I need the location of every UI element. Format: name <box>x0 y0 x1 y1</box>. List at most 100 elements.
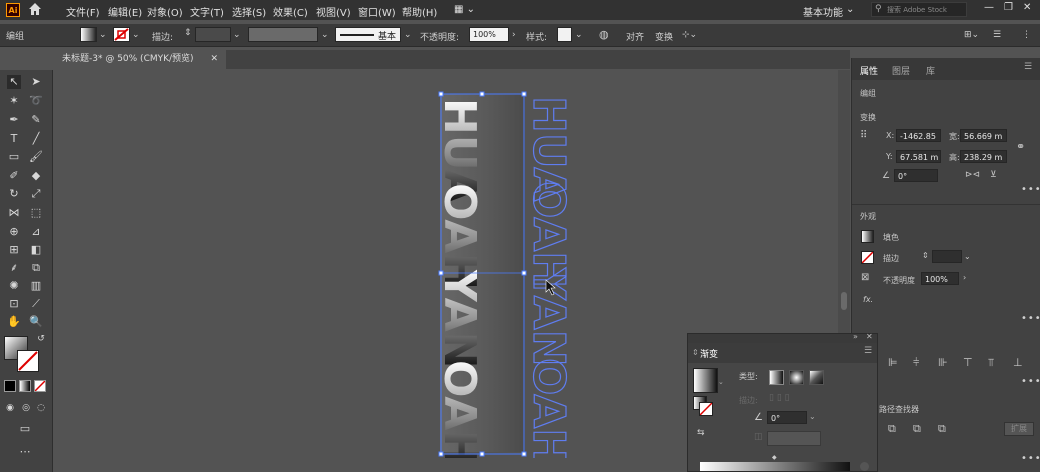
none-mode-icon[interactable] <box>34 380 46 392</box>
gradient-preview-swatch[interactable] <box>693 368 718 393</box>
rectangle-tool-icon[interactable]: ▭ <box>7 150 21 164</box>
align-center-icon[interactable]: ⫩ <box>913 356 919 370</box>
menu-view[interactable]: 视图(V) <box>316 4 351 19</box>
intersect-icon[interactable]: ⧉ <box>938 422 946 436</box>
screen-mode-icon[interactable]: ▭ <box>18 422 32 436</box>
home-icon[interactable] <box>28 2 42 16</box>
document-tab[interactable]: 未标题-3* @ 50% (CMYK/预览) ✕ <box>54 50 226 69</box>
artwork-canvas[interactable]: HUA OAH YAN OAH HUA OAH YAN OAH <box>430 88 630 458</box>
stroke-chevron-icon[interactable]: ⌄ <box>132 30 140 40</box>
symbol-sprayer-tool-icon[interactable]: ✺ <box>7 279 21 293</box>
free-transform-tool-icon[interactable]: ⬚ <box>29 206 43 220</box>
menu-object[interactable]: 对象(O) <box>147 4 183 19</box>
selection-tool-icon[interactable]: ↖ <box>7 75 21 89</box>
align-top-icon[interactable]: ⊤ <box>963 356 973 369</box>
gradient-stroke-swatch[interactable] <box>699 402 713 416</box>
workspace-switcher[interactable]: 基本功能 <box>803 4 843 19</box>
align-button[interactable]: 对齐 <box>626 30 644 43</box>
rotate-tool-icon[interactable]: ↻ <box>7 187 21 201</box>
opacity-arrow-icon[interactable]: › <box>512 30 516 40</box>
appearance-more-icon[interactable]: ••• <box>1021 313 1040 324</box>
arrange-panels-icon[interactable]: ⊞⌄ <box>964 30 979 40</box>
profile-chevron-icon[interactable]: ⌄ <box>321 30 329 40</box>
tab-layers[interactable]: 图层 <box>892 64 910 77</box>
collapse-panel-icon[interactable]: » <box>853 332 858 341</box>
close-button[interactable]: ✕ <box>1023 2 1031 13</box>
radial-gradient-icon[interactable] <box>789 370 804 385</box>
stroke-color-box[interactable] <box>17 350 39 372</box>
y-field[interactable]: 67.581 m <box>896 150 941 163</box>
transform-more-icon[interactable]: ••• <box>1021 184 1040 195</box>
menu-type[interactable]: 文字(T) <box>190 4 224 19</box>
eraser-tool-icon[interactable]: ◆ <box>29 169 43 183</box>
variable-width-profile[interactable] <box>248 27 318 42</box>
menu-file[interactable]: 文件(F) <box>66 4 100 19</box>
gradient-slider[interactable] <box>700 462 850 471</box>
gradient-angle-chevron-icon[interactable]: ⌄ <box>809 412 816 421</box>
workspace-chevron-icon[interactable]: ⌄ <box>846 4 854 15</box>
gradient-panel-titlebar[interactable]: » ✕ <box>688 332 877 343</box>
recolor-artwork-icon[interactable]: ◍ <box>599 28 609 41</box>
column-graph-tool-icon[interactable]: ▥ <box>29 279 43 293</box>
height-field[interactable]: 238.29 m <box>960 150 1007 163</box>
edit-toolbar-icon[interactable]: ⋯ <box>18 445 32 459</box>
restore-button[interactable]: ❐ <box>1004 2 1013 13</box>
stroke-weight-field[interactable] <box>932 250 962 263</box>
minus-front-icon[interactable]: ⧉ <box>913 422 921 436</box>
fill-swatch[interactable] <box>80 27 97 42</box>
menu-window[interactable]: 窗口(W) <box>358 4 396 19</box>
draw-normal-icon[interactable]: ◉ <box>3 401 17 415</box>
align-left-icon[interactable]: ⊫ <box>888 356 898 369</box>
stroke-chevron-icon[interactable]: ⌄ <box>964 252 971 261</box>
rotate-field[interactable]: 0° <box>894 169 938 182</box>
shape-builder-tool-icon[interactable]: ⊕ <box>7 225 21 239</box>
lasso-tool-icon[interactable]: ➰ <box>29 94 43 108</box>
scrollbar-thumb[interactable] <box>841 292 847 310</box>
unite-icon[interactable]: ⧉ <box>888 422 896 436</box>
x-field[interactable]: -1462.85 <box>896 129 941 142</box>
slice-tool-icon[interactable]: ⟋ <box>29 297 43 311</box>
menu-select[interactable]: 选择(S) <box>232 4 266 19</box>
close-tab-icon[interactable]: ✕ <box>210 54 218 64</box>
fill-chevron-icon[interactable]: ⌄ <box>99 30 107 40</box>
stroke-weight-chevron-icon[interactable]: ⌄ <box>233 30 241 40</box>
fill-swatch[interactable] <box>861 230 874 243</box>
panel-menu-icon[interactable]: ☰ <box>1024 62 1032 72</box>
gradient-mode-icon[interactable] <box>19 380 31 392</box>
direct-selection-tool-icon[interactable]: ➤ <box>29 75 43 89</box>
swap-colors-icon[interactable]: ↺ <box>34 332 48 346</box>
stroke-stepper-icon[interactable]: ⇕ <box>922 251 929 260</box>
gradient-stop-delete-icon[interactable] <box>860 462 869 471</box>
align-middle-icon[interactable]: ⫪ <box>988 356 994 370</box>
artboard-tool-icon[interactable]: ⊡ <box>7 297 21 311</box>
opacity-arrow-icon[interactable]: › <box>963 273 966 282</box>
shaper-tool-icon[interactable]: ✐ <box>7 169 21 183</box>
constrain-proportions-icon[interactable]: ⚭ <box>1016 140 1025 153</box>
reference-point-icon[interactable]: ⠿ <box>860 130 867 141</box>
tab-properties[interactable]: 属性 <box>860 64 878 77</box>
panel-options-icon[interactable]: ☰ <box>993 30 1001 40</box>
line-tool-icon[interactable]: ╱ <box>29 132 43 146</box>
puppet-warp-icon[interactable]: ⊹⌄ <box>682 30 697 40</box>
hand-tool-icon[interactable]: ✋ <box>7 315 21 329</box>
draw-inside-icon[interactable]: ◌ <box>34 401 48 415</box>
magic-wand-tool-icon[interactable]: ✶ <box>7 94 21 108</box>
minimize-button[interactable]: — <box>984 2 994 13</box>
width-field[interactable]: 56.669 m <box>960 129 1007 142</box>
mesh-tool-icon[interactable]: ⊞ <box>7 243 21 257</box>
eyedropper-tool-icon[interactable]: ⸙ <box>7 261 21 275</box>
tab-libraries[interactable]: 库 <box>926 64 935 77</box>
gradient-preset-chevron-icon[interactable]: ⌄ <box>718 378 724 386</box>
expand-button[interactable]: 扩展 <box>1004 422 1034 436</box>
style-chevron-icon[interactable]: ⌄ <box>575 30 583 40</box>
draw-behind-icon[interactable]: ◎ <box>19 401 33 415</box>
stroke-swatch[interactable] <box>861 251 874 264</box>
stroke-swatch[interactable] <box>113 27 130 42</box>
brush-chevron-icon[interactable]: ⌄ <box>404 30 412 40</box>
flip-horizontal-icon[interactable]: ⊳⊲ <box>965 170 980 180</box>
opacity-field[interactable]: 100% <box>921 272 959 285</box>
align-more-icon[interactable]: ••• <box>1021 376 1040 387</box>
gradient-midpoint-icon[interactable]: ◆ <box>772 454 777 461</box>
width-tool-icon[interactable]: ⋈ <box>7 206 21 220</box>
menu-help[interactable]: 帮助(H) <box>402 4 437 19</box>
